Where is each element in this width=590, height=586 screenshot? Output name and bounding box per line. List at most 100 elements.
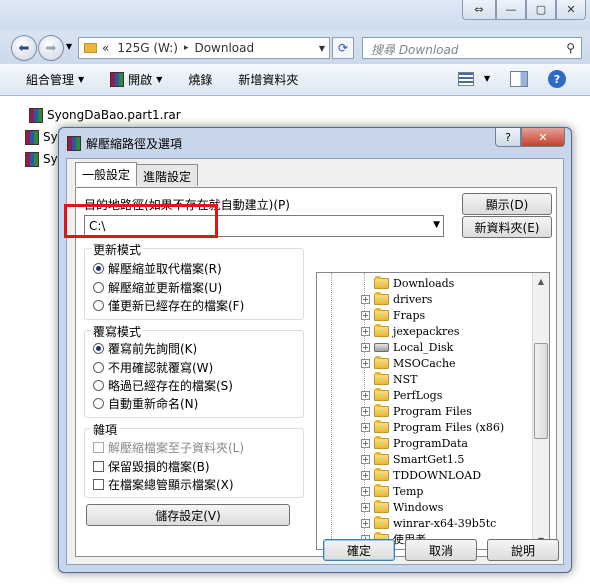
expand-icon[interactable]: + <box>361 422 370 432</box>
save-settings-button[interactable]: 儲存設定(V) <box>86 504 290 526</box>
expand-icon[interactable]: + <box>361 326 370 336</box>
explorer-titlebar: ⇔ — ▢ ✕ <box>0 0 590 30</box>
overwrite-mode-option[interactable]: 不用確認就覆寫(W) <box>93 359 213 376</box>
expand-icon[interactable]: + <box>361 486 370 496</box>
tab-strip: 一般設定 進階設定 <box>75 162 199 186</box>
minimize-button[interactable]: — <box>496 0 526 20</box>
update-mode-option[interactable]: 解壓縮並更新檔案(U) <box>93 279 222 296</box>
radio-icon <box>93 398 104 409</box>
expand-icon[interactable]: + <box>361 358 370 368</box>
refresh-icon[interactable]: ⟳ <box>332 37 354 59</box>
tree-item[interactable]: + MSOCache <box>361 355 456 371</box>
address-drive[interactable]: 125G (W:) <box>117 41 178 55</box>
help-icon[interactable]: ? <box>548 70 566 88</box>
tree-item[interactable]: + TDDOWNLOAD <box>361 467 481 483</box>
tree-item[interactable]: + Windows <box>361 499 443 515</box>
expand-icon[interactable]: + <box>361 342 370 352</box>
tree-item[interactable]: + SmartGet1.5 <box>361 451 464 467</box>
dialog-titlebar: 解壓縮路徑及選項 <box>67 134 182 152</box>
rar-file-icon <box>25 129 39 145</box>
restore-icon[interactable]: ⇔ <box>462 0 496 20</box>
folder-tree[interactable]: +Downloads+drivers+Fraps+jexepackres+Loc… <box>316 272 550 550</box>
tree-item-label: TDDOWNLOAD <box>393 468 482 482</box>
cancel-button[interactable]: 取消 <box>405 539 477 561</box>
address-bar[interactable]: « 125G (W:) ▸ Download ▼ <box>78 37 330 59</box>
tree-scrollbar[interactable]: ▲ ▼ <box>532 273 549 549</box>
list-item[interactable]: SyongDaBao.part1.rar <box>25 104 185 126</box>
scroll-up-icon[interactable]: ▲ <box>533 273 549 290</box>
expand-icon[interactable]: + <box>361 294 370 304</box>
maximize-button[interactable]: ▢ <box>526 0 556 20</box>
tree-item[interactable]: +NST <box>361 371 418 387</box>
folder-icon <box>84 43 97 53</box>
tree-item[interactable]: + Fraps <box>361 307 425 323</box>
history-dropdown-icon[interactable]: ▼ <box>66 42 72 51</box>
file-name: SyongDaBao.part1.rar <box>47 108 181 122</box>
chevron-down-icon: ▼ <box>78 75 85 84</box>
new-folder-button[interactable]: 新資料夾(E) <box>462 216 552 238</box>
misc-option[interactable]: 保留毀損的檔案(B) <box>93 458 210 475</box>
misc-title: 雜項 <box>91 421 120 438</box>
tree-item[interactable]: + winrar-x64-39b5tc <box>361 515 496 531</box>
tree-item[interactable]: + Program Files (x86) <box>361 419 504 435</box>
show-button[interactable]: 顯示(D) <box>462 193 552 215</box>
radio-icon <box>93 380 104 391</box>
tree-item-label: Program Files (x86) <box>393 420 505 434</box>
search-icon[interactable]: ⚲ <box>566 41 575 55</box>
expand-icon[interactable]: + <box>361 502 370 512</box>
address-separator[interactable]: ▸ <box>184 43 189 53</box>
misc-option[interactable]: 解壓縮檔案至子資料夾(L) <box>93 439 244 456</box>
tree-item[interactable]: + Local_Disk <box>361 339 453 355</box>
address-prefix[interactable]: « <box>102 41 109 55</box>
tree-item[interactable]: + Temp <box>361 483 423 499</box>
organize-menu[interactable]: 組合管理 ▼ <box>26 71 84 88</box>
new-folder-button[interactable]: 新增資料夾 <box>238 71 298 88</box>
tab-general[interactable]: 一般設定 <box>75 162 138 186</box>
expand-icon[interactable]: + <box>361 390 370 400</box>
pane-icon[interactable] <box>510 71 528 87</box>
tree-item[interactable]: + jexepackres <box>361 323 459 339</box>
open-menu[interactable]: 開啟 ▼ <box>110 71 162 88</box>
forward-button[interactable]: ➡ <box>38 35 64 61</box>
radio-icon <box>93 263 104 274</box>
update-mode-option[interactable]: 僅更新已經存在的檔案(F) <box>93 297 244 314</box>
overwrite-mode-option[interactable]: 覆寫前先詢問(K) <box>93 340 197 357</box>
misc-option[interactable]: 在檔案總管顯示檔案(X) <box>93 476 234 493</box>
option-label: 在檔案總管顯示檔案(X) <box>108 478 234 492</box>
close-button[interactable]: ✕ <box>556 0 586 20</box>
tree-item[interactable]: +Downloads <box>361 275 454 291</box>
overwrite-mode-option[interactable]: 略過已經存在的檔案(S) <box>93 377 233 394</box>
search-input[interactable]: 搜尋 Download ⚲ <box>362 37 582 59</box>
back-button[interactable]: ⬅ <box>11 35 37 61</box>
view-options-icon[interactable] <box>458 72 474 86</box>
option-label: 覆寫前先詢問(K) <box>108 342 198 356</box>
address-dropdown-icon[interactable]: ▼ <box>319 44 325 53</box>
expand-icon[interactable]: + <box>361 518 370 528</box>
expand-icon[interactable]: + <box>361 470 370 480</box>
folder-icon <box>374 387 389 401</box>
expand-icon[interactable]: + <box>361 438 370 448</box>
address-folder[interactable]: Download <box>194 41 254 55</box>
tree-item[interactable]: + ProgramData <box>361 435 468 451</box>
help-button[interactable]: ? <box>495 128 521 147</box>
burn-button[interactable]: 燒錄 <box>188 71 212 88</box>
extract-dialog: 解壓縮路徑及選項 ? ✕ 一般設定 進階設定 目的地路徑(如果不存在就自動建立)… <box>58 127 572 573</box>
expand-icon[interactable]: + <box>361 454 370 464</box>
tree-item[interactable]: + drivers <box>361 291 432 307</box>
close-button[interactable]: ✕ <box>521 128 565 147</box>
overwrite-mode-option[interactable]: 自動重新命名(N) <box>93 395 198 412</box>
folder-icon <box>374 291 389 305</box>
tab-advanced[interactable]: 進階設定 <box>136 164 199 186</box>
scroll-thumb[interactable] <box>534 343 548 439</box>
view-dropdown-icon[interactable]: ▼ <box>484 74 490 83</box>
update-mode-option[interactable]: 解壓縮並取代檔案(R) <box>93 260 222 277</box>
chevron-down-icon[interactable]: ▼ <box>433 220 440 230</box>
checkbox-icon <box>93 479 104 490</box>
help-button[interactable]: 說明 <box>487 539 559 561</box>
expand-icon[interactable]: + <box>361 406 370 416</box>
ok-button[interactable]: 確定 <box>323 539 395 561</box>
tree-item[interactable]: + PerfLogs <box>361 387 442 403</box>
tree-item[interactable]: + Program Files <box>361 403 472 419</box>
expand-icon[interactable]: + <box>361 310 370 320</box>
rar-file-icon <box>25 151 39 167</box>
